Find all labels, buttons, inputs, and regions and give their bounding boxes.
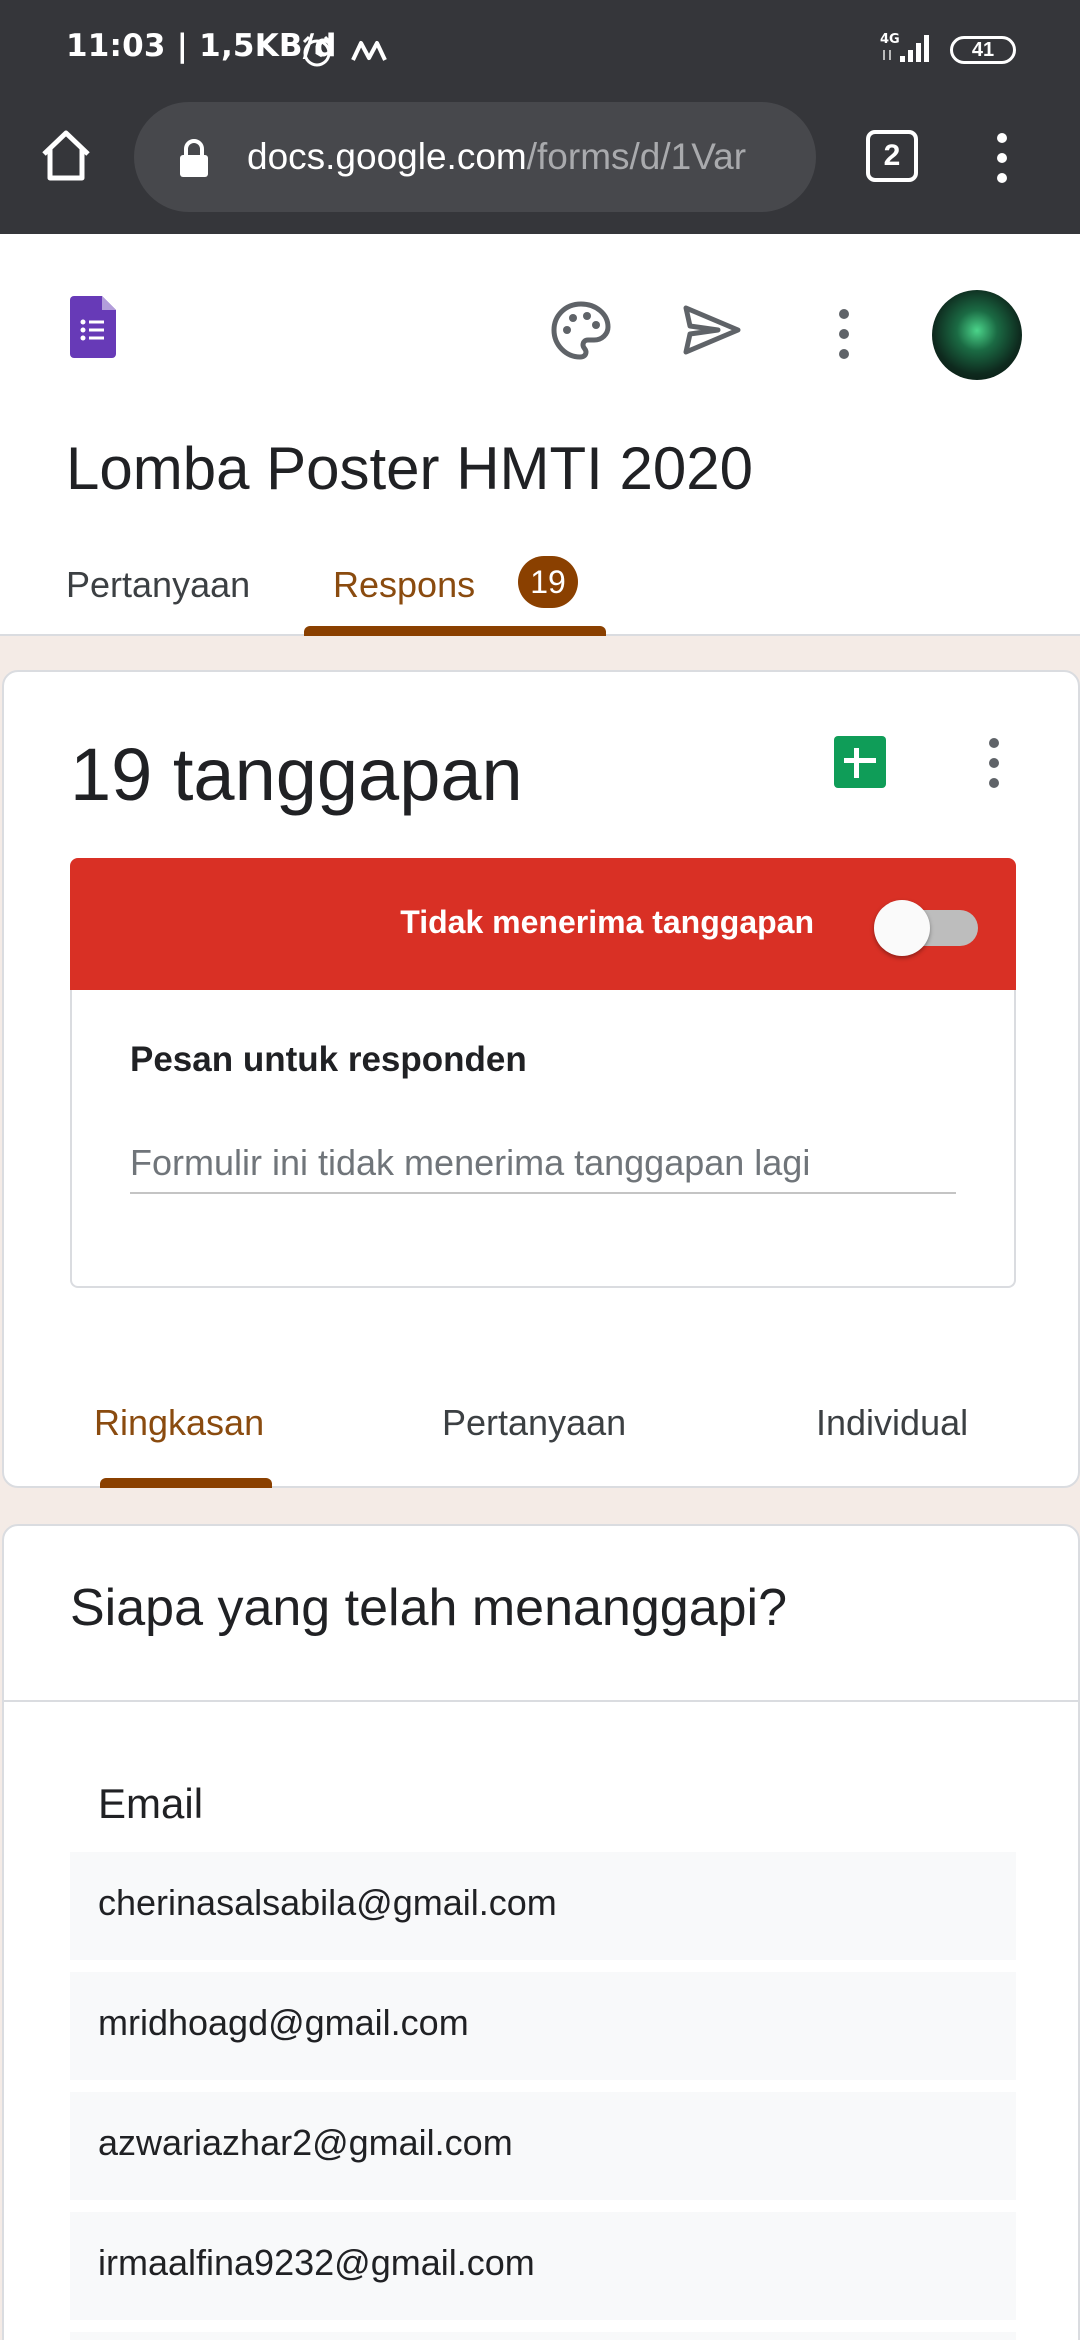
more-options-icon[interactable]	[834, 308, 854, 360]
status-time-speed: 11:03 | 1,5KB/d	[66, 28, 337, 64]
email-row: cherinasalsabila@gmail.com	[70, 1852, 1016, 1960]
url-bar[interactable]: docs.google.com/forms/d/1Var	[134, 102, 816, 212]
respondents-title: Siapa yang telah menanggapi?	[70, 1579, 788, 1637]
accepting-responses-toggle[interactable]	[874, 900, 978, 956]
responses-card: 19 tanggapan Tidak menerima tanggapan Pe…	[2, 670, 1080, 1488]
avatar[interactable]	[932, 290, 1022, 380]
url-path: /forms/d/1Var	[526, 136, 747, 177]
email-row: irmaalfina9232@gmail.com	[70, 2212, 1016, 2320]
email-column-header: Email	[98, 1780, 204, 1827]
toggle-knob	[874, 900, 930, 956]
respondents-card: Siapa yang telah menanggapi? Email cheri…	[2, 1524, 1080, 2340]
respondent-message-input[interactable]	[130, 1134, 956, 1194]
not-accepting-banner: Tidak menerima tanggapan	[70, 858, 1016, 990]
google-sheets-icon[interactable]	[834, 736, 886, 788]
more-options-icon[interactable]	[986, 738, 1002, 788]
browser-toolbar: docs.google.com/forms/d/1Var 2	[0, 100, 1080, 234]
responses-count-title: 19 tanggapan	[70, 733, 523, 816]
tab-individual[interactable]: Individual	[816, 1402, 968, 1444]
alarm-icon	[302, 35, 332, 67]
active-subtab-indicator	[100, 1478, 272, 1488]
signal-icon: 4G	[880, 32, 929, 62]
divider	[4, 1700, 1080, 1702]
forms-header: Lomba Poster HMTI 2020 Pertanyaan Respon…	[0, 234, 1080, 636]
browser-chrome: 11:03 | 1,5KB/d 4G 41 docs.google.com/fo…	[0, 0, 1080, 234]
tab-switcher-button[interactable]: 2	[866, 130, 918, 182]
url-text: docs.google.com/forms/d/1Var	[247, 136, 746, 178]
tab-question[interactable]: Pertanyaan	[442, 1402, 626, 1444]
tab-summary[interactable]: Ringkasan	[94, 1402, 264, 1444]
browser-menu-icon[interactable]	[990, 130, 1014, 186]
tab-responses[interactable]: Respons	[333, 564, 475, 606]
google-forms-logo-icon[interactable]	[70, 296, 116, 358]
email-row: azwariazhar2@gmail.com	[70, 2092, 1016, 2200]
responses-count-badge: 19	[518, 556, 578, 608]
home-icon[interactable]	[34, 124, 98, 188]
respondent-message-label: Pesan untuk responden	[130, 1040, 527, 1079]
form-title: Lomba Poster HMTI 2020	[66, 435, 753, 502]
lock-icon	[180, 139, 208, 177]
email-list: cherinasalsabila@gmail.com mridhoagd@gma…	[70, 1852, 1016, 2340]
email-row	[70, 2332, 1016, 2340]
email-row: mridhoagd@gmail.com	[70, 1972, 1016, 2080]
notification-m-icon	[351, 41, 387, 61]
active-tab-indicator	[304, 626, 606, 636]
respondent-message-section: Pesan untuk responden	[70, 990, 1016, 1288]
battery-icon: 41	[950, 36, 1016, 64]
palette-icon[interactable]	[550, 300, 612, 362]
send-icon[interactable]	[682, 304, 742, 356]
url-host: docs.google.com	[247, 136, 527, 177]
status-bar: 11:03 | 1,5KB/d 4G 41	[0, 0, 1080, 100]
tab-questions[interactable]: Pertanyaan	[66, 564, 250, 606]
svg-text:4G: 4G	[880, 32, 900, 47]
accepting-status-text: Tidak menerima tanggapan	[400, 904, 814, 940]
